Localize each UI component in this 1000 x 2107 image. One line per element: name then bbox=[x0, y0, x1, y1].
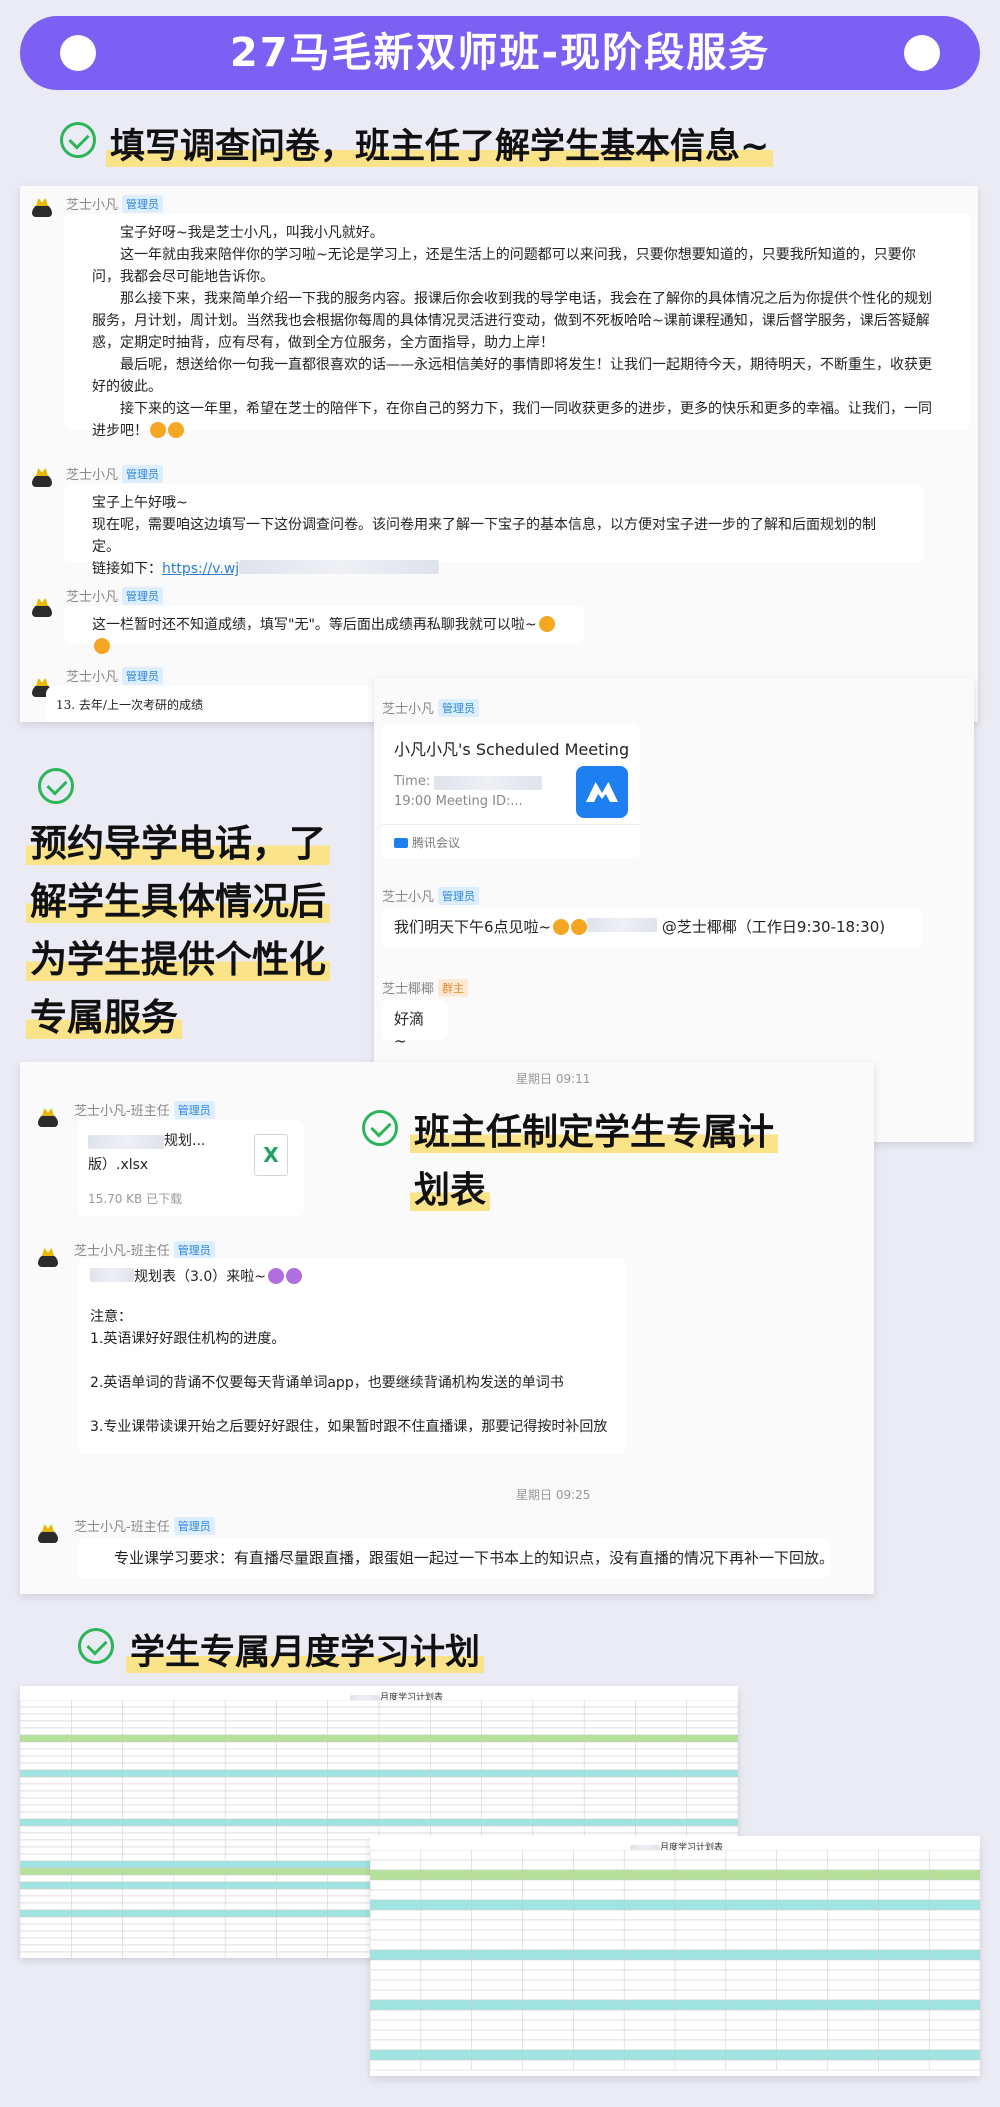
survey-greeting: 宝子上午好哦~ bbox=[92, 495, 188, 511]
redacted-text: x bbox=[90, 1268, 134, 1282]
avatar-icon bbox=[36, 1524, 60, 1544]
section4-heading: 学生专属月度学习计划 bbox=[126, 1624, 485, 1675]
section2-line: 预约导学电话，了 bbox=[26, 822, 330, 865]
welcome-line: 这一年就由我来陪伴你的学习啦~无论是学习上，还是生活上的问题都可以来问我，只要你… bbox=[92, 247, 916, 285]
file-name-line: 版）.xlsx bbox=[88, 1157, 149, 1173]
banner: 27马毛新双师班-现阶段服务 bbox=[20, 16, 980, 90]
monthly-plan-sheet-2: x月度学习计划表 bbox=[370, 1836, 980, 2076]
role-tag: 管理员 bbox=[122, 667, 164, 685]
check-icon bbox=[38, 768, 74, 804]
reply-message: 好滴~ bbox=[382, 1000, 448, 1050]
section2-line: 解学生具体情况后 bbox=[26, 880, 330, 923]
timestamp: 星期日 09:11 bbox=[516, 1072, 591, 1086]
spreadsheet-grid bbox=[370, 1850, 980, 2071]
notice-label: 注意： bbox=[90, 1309, 132, 1325]
welcome-message: 宝子好呀~我是芝士小凡，叫我小凡就好。 这一年就由我来陪伴你的学习啦~无论是学习… bbox=[64, 214, 970, 439]
section1-heading: 填写调查问卷，班主任了解学生基本信息~ bbox=[106, 118, 774, 169]
banner-dot-right bbox=[904, 35, 940, 71]
sender-name: 芝士小凡 管理员 bbox=[382, 698, 480, 717]
emoji-icon bbox=[571, 919, 588, 935]
requirement-message: 专业课学习要求：有直播尽量跟直播，跟蛋姐一起过一下书本上的知识点，没有直播的情况… bbox=[78, 1538, 834, 1578]
avatar-icon bbox=[30, 198, 54, 218]
question-preview: 13. 去年/上一次考研的成绩 bbox=[46, 686, 376, 722]
role-tag: 管理员 bbox=[122, 195, 164, 213]
file-meta: 15.70 KB 已下载 bbox=[88, 1192, 183, 1206]
survey-link-line: 链接如下：https://v.wjx bbox=[92, 558, 896, 580]
sender-name: 芝士小凡 管理员 bbox=[66, 194, 164, 213]
banner-title: 27马毛新双师班-现阶段服务 bbox=[229, 30, 771, 76]
section2-line: 专属服务 bbox=[26, 996, 182, 1039]
sender-name: 芝士椰椰 群主 bbox=[382, 978, 469, 997]
survey-link[interactable]: https://v.wj bbox=[162, 561, 239, 577]
sender-name: 芝士小凡 管理员 bbox=[66, 586, 164, 605]
sender-name: 芝士小凡-班主任 管理员 bbox=[74, 1240, 215, 1259]
survey-message: 宝子上午好哦~ 现在呢，需要咱这边填写一下这份调查问卷。该问卷用来了解一下宝子的… bbox=[64, 484, 924, 577]
section2-heading: 预约导学电话，了 解学生具体情况后 为学生提供个性化 专属服务 bbox=[26, 815, 330, 1047]
role-tag: 群主 bbox=[438, 979, 469, 997]
role-tag: 管理员 bbox=[173, 1241, 215, 1259]
emoji-icon bbox=[94, 638, 110, 654]
avatar-icon bbox=[36, 1108, 60, 1128]
meeting-card[interactable]: 小凡小凡's Scheduled Meeting Time: x 19:00 M… bbox=[382, 724, 640, 858]
excel-file-icon bbox=[254, 1134, 288, 1176]
avatar-icon bbox=[30, 468, 54, 488]
note-line: 2.英语单词的背诵不仅要每天背诵单词app，也要继续背诵机构发送的单词书 bbox=[90, 1375, 564, 1391]
sender-name: 芝士小凡 管理员 bbox=[66, 666, 164, 685]
note-line: 1.英语课好好跟住机构的进度。 bbox=[90, 1331, 286, 1347]
score-note-line: 这一栏暂时还不知道成绩，填写"无"。等后面出成绩再私聊我就可以啦~ bbox=[92, 614, 556, 658]
question-preview-text: 13. 去年/上一次考研的成绩 bbox=[56, 698, 203, 712]
emoji-icon bbox=[553, 919, 570, 935]
check-icon bbox=[362, 1110, 398, 1146]
role-tag: 管理员 bbox=[173, 1101, 215, 1119]
role-tag: 管理员 bbox=[122, 465, 164, 483]
avatar-icon bbox=[36, 1248, 60, 1268]
meeting-time-detail: 19:00 Meeting ID:... bbox=[394, 794, 523, 809]
redacted-text: x bbox=[239, 560, 440, 574]
sender-name: 芝士小凡 管理员 bbox=[66, 464, 164, 483]
tencent-meeting-icon bbox=[394, 838, 408, 848]
redacted-text: x bbox=[434, 776, 543, 790]
role-tag: 管理员 bbox=[438, 699, 480, 717]
welcome-line: 宝子好呀~我是芝士小凡，叫我小凡就好。 bbox=[120, 225, 384, 241]
note-line: 3.专业课带读课开始之后要好好跟住，如果暂时跟不住直播课，那要记得按时补回放 bbox=[90, 1419, 608, 1435]
chat-card-survey: 芝士小凡 管理员 宝子好呀~我是芝士小凡，叫我小凡就好。 这一年就由我来陪伴你的学… bbox=[20, 186, 978, 722]
file-card[interactable]: x规划... 版）.xlsx 15.70 KB 已下载 bbox=[78, 1120, 304, 1216]
section3-line: 班主任制定学生专属计 bbox=[410, 1112, 779, 1153]
role-tag: 管理员 bbox=[173, 1517, 215, 1535]
avatar-icon bbox=[30, 598, 54, 618]
file-name-line: x规划... bbox=[88, 1130, 205, 1150]
redacted-text: x bbox=[587, 918, 658, 932]
timestamp: 星期日 09:25 bbox=[516, 1488, 591, 1502]
redacted-text: x bbox=[88, 1135, 164, 1149]
check-icon bbox=[60, 122, 96, 158]
emoji-icon bbox=[150, 422, 166, 438]
sender-name: 芝士小凡 管理员 bbox=[382, 886, 480, 905]
meeting-app: 腾讯会议 bbox=[394, 834, 460, 851]
plan-message: x规划表（3.0）来啦~ 注意： 1.英语课好好跟住机构的进度。 2.英语单词的… bbox=[78, 1258, 626, 1454]
divider bbox=[382, 824, 640, 825]
welcome-line: 那么接下来，我来简单介绍一下我的服务内容。报课后你会收到我的导学电话，我会在了解… bbox=[92, 291, 932, 351]
meeting-title: 小凡小凡's Scheduled Meeting bbox=[394, 740, 630, 759]
sender-name: 芝士小凡-班主任 管理员 bbox=[74, 1100, 215, 1119]
emoji-icon bbox=[168, 422, 184, 438]
section3-heading: 班主任制定学生专属计 划表 bbox=[410, 1104, 779, 1220]
plan-title: x规划表（3.0）来啦~ bbox=[90, 1266, 614, 1288]
section3-line: 划表 bbox=[410, 1170, 491, 1211]
tencent-meeting-icon bbox=[576, 766, 628, 818]
section2-line: 为学生提供个性化 bbox=[26, 938, 330, 981]
emoji-icon bbox=[268, 1268, 284, 1284]
score-note-message: 这一栏暂时还不知道成绩，填写"无"。等后面出成绩再私聊我就可以啦~ bbox=[64, 606, 584, 654]
welcome-line: 接下来的这一年里，希望在芝士的陪伴下，在你自己的努力下，我们一同收获更多的进步，… bbox=[92, 401, 932, 439]
meeting-time-label: Time: x bbox=[394, 774, 543, 790]
emoji-icon bbox=[286, 1268, 302, 1284]
emoji-icon bbox=[538, 616, 555, 632]
role-tag: 管理员 bbox=[122, 587, 164, 605]
check-icon bbox=[78, 1628, 114, 1664]
reminder-message: 我们明天下午6点见啦~x @芝士椰椰（工作日9:30-18:30) bbox=[382, 908, 922, 948]
welcome-line: 最后呢，想送给你一句我一直都很喜欢的话——永远相信美好的事情即将发生！让我们一起… bbox=[92, 357, 932, 395]
survey-text: 现在呢，需要咱这边填写一下这份调查问卷。该问卷用来了解一下宝子的基本信息，以方便… bbox=[92, 517, 876, 555]
role-tag: 管理员 bbox=[438, 887, 480, 905]
sender-name: 芝士小凡-班主任 管理员 bbox=[74, 1516, 215, 1535]
